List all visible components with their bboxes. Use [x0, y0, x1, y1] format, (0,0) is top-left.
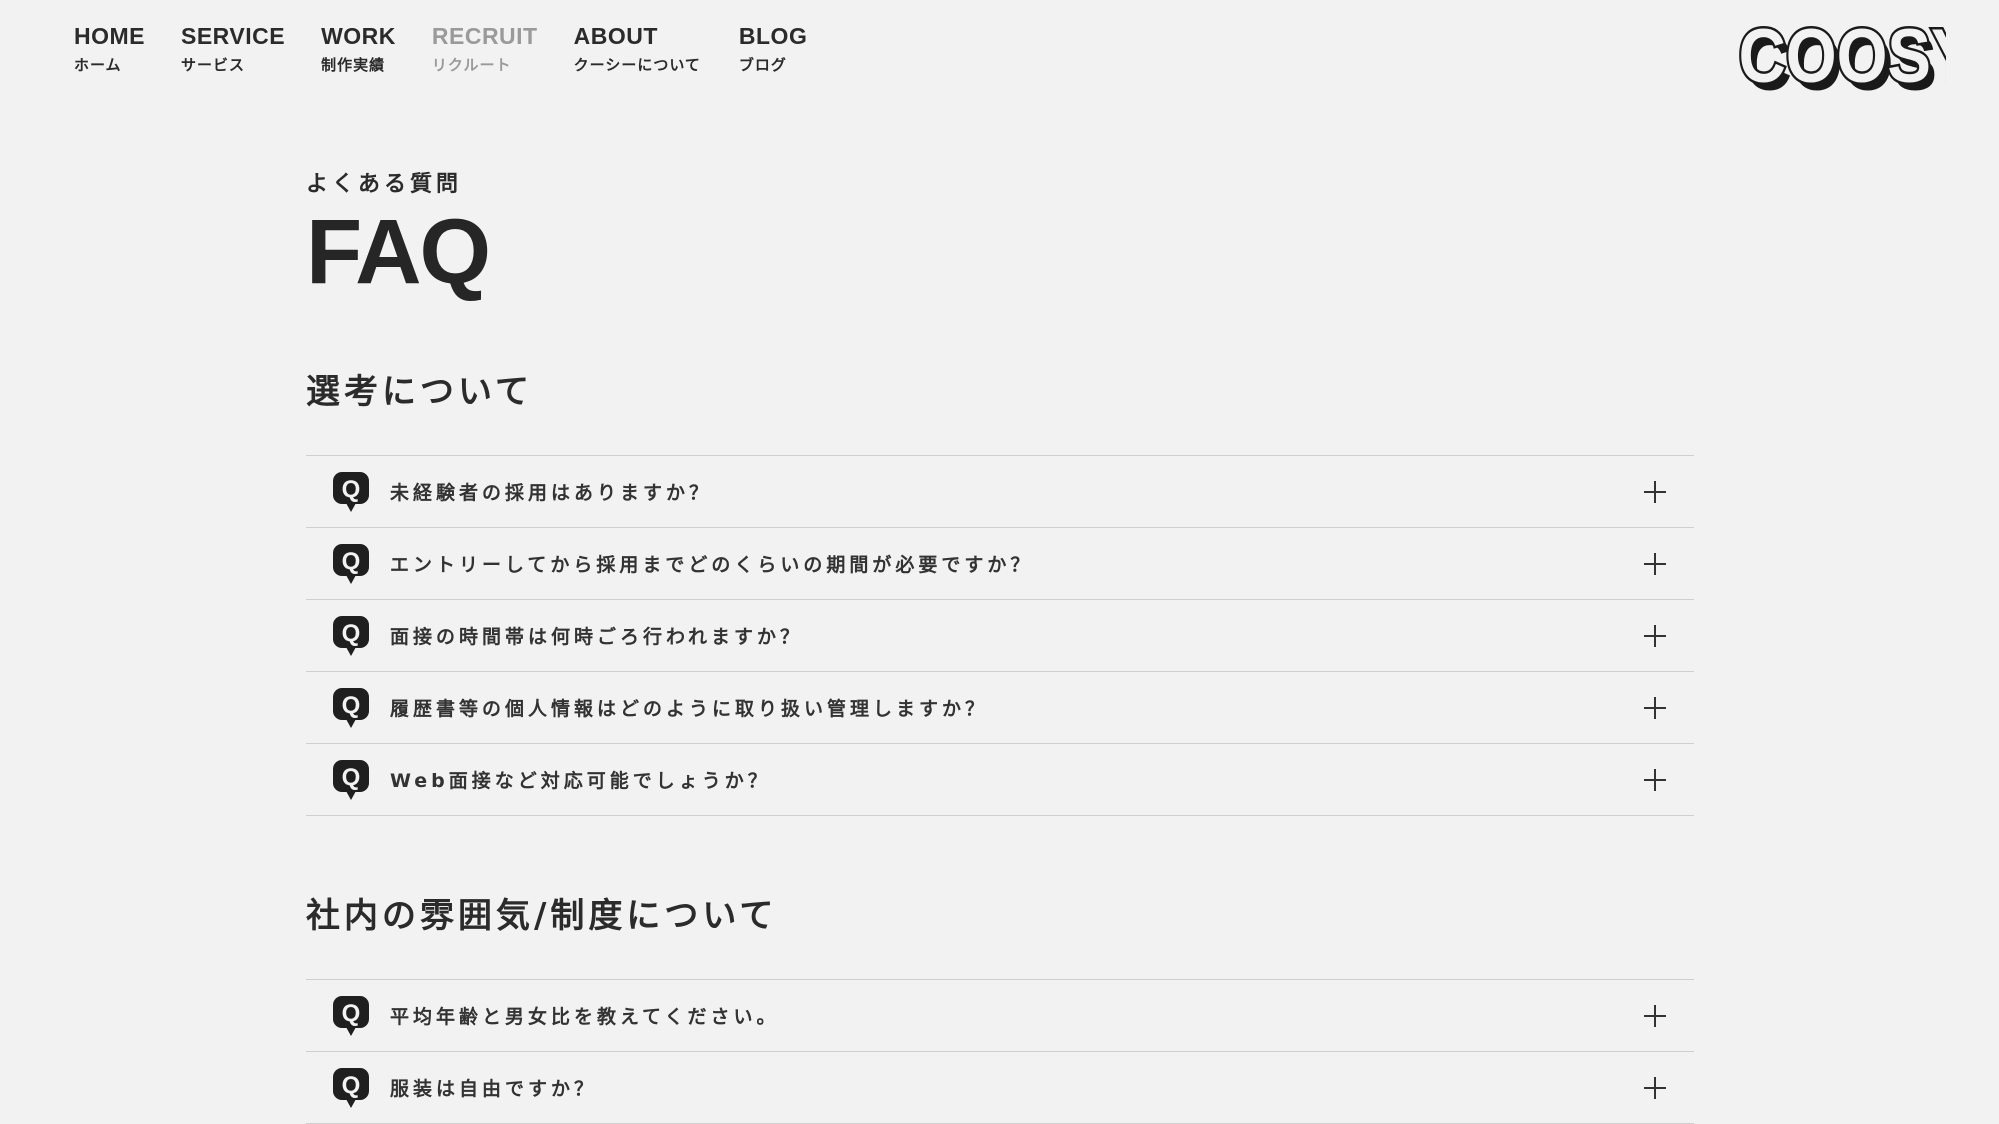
faq-item[interactable]: Q 履歴書等の個人情報はどのように取り扱い管理しますか？	[306, 672, 1694, 744]
svg-text:Q: Q	[342, 764, 361, 791]
nav-label-en: RECRUIT	[431, 23, 538, 49]
faq-item[interactable]: Q 平均年齢と男女比を教えてください。	[306, 980, 1694, 1052]
faq-item[interactable]: Q 服装は自由ですか？	[306, 1052, 1694, 1124]
section-title-culture: 社内の雰囲気/制度について	[306, 896, 778, 936]
q-bubble-icon: Q	[333, 543, 369, 584]
q-bubble-icon: Q	[333, 995, 369, 1036]
faq-question: 平均年齢と男女比を教えてください。	[390, 1006, 780, 1028]
nav-item-service[interactable]: SERVICE サービス	[181, 22, 285, 75]
plus-icon[interactable]	[1644, 696, 1666, 719]
nav-item-about[interactable]: ABOUT クーシーについて	[574, 22, 701, 75]
nav-label-ja: ホーム	[74, 56, 122, 74]
faq-question: 服装は自由ですか？	[390, 1078, 598, 1100]
plus-icon[interactable]	[1644, 552, 1666, 575]
svg-text:Q: Q	[342, 620, 361, 647]
faq-item[interactable]: Q エントリーしてから採用までどのくらいの期間が必要ですか？	[306, 528, 1694, 600]
faq-question: Web面接など対応可能でしょうか？	[390, 770, 771, 792]
faq-item[interactable]: Q 未経験者の採用はありますか？	[306, 456, 1694, 528]
faq-item[interactable]: Q 面接の時間帯は何時ごろ行われますか？	[306, 600, 1694, 672]
faq-list-selection: Q 未経験者の採用はありますか？ Q エントリーしてから採用までどのくらいの期間…	[306, 455, 1694, 816]
faq-item[interactable]: Q Web面接など対応可能でしょうか？	[306, 744, 1694, 816]
q-bubble-icon: Q	[333, 759, 369, 800]
nav-label-en: WORK	[321, 23, 396, 49]
nav-label-ja: サービス	[181, 56, 246, 74]
svg-text:Q: Q	[342, 1072, 361, 1099]
coosy-logo-icon: COOSY COOSY	[1736, 12, 1980, 107]
svg-text:Q: Q	[342, 1000, 361, 1027]
section-title-selection: 選考について	[306, 372, 533, 412]
nav-label-en: SERVICE	[181, 23, 286, 49]
nav-label-ja: クーシーについて	[573, 56, 701, 74]
plus-icon[interactable]	[1644, 480, 1666, 503]
svg-text:Q: Q	[342, 476, 361, 503]
q-bubble-icon: Q	[333, 687, 369, 728]
nav-label-ja: リクルート	[431, 56, 512, 74]
logo-wordmark: COOSY	[1739, 16, 1946, 98]
svg-text:Q: Q	[342, 548, 361, 575]
q-bubble-icon: Q	[333, 471, 369, 512]
faq-question: 未経験者の採用はありますか？	[390, 482, 713, 504]
plus-icon[interactable]	[1644, 1004, 1666, 1027]
svg-text:Q: Q	[342, 692, 361, 719]
nav-label-ja: ブログ	[738, 56, 787, 74]
site-logo[interactable]: COOSY COOSY	[1736, 12, 1980, 107]
nav-label-en: HOME	[74, 23, 145, 49]
page-title: FAQ	[306, 201, 491, 303]
q-bubble-icon: Q	[333, 615, 369, 656]
faq-question: エントリーしてから採用までどのくらいの期間が必要ですか？	[390, 554, 1034, 576]
nav-label-en: ABOUT	[573, 23, 658, 49]
nav-label-en: BLOG	[738, 23, 808, 49]
nav-item-recruit[interactable]: RECRUIT リクルート	[432, 22, 538, 75]
page-heading: よくある質問 FAQ	[306, 166, 1694, 302]
global-nav: HOME ホーム SERVICE サービス WORK 制作実績 RECRUIT …	[74, 22, 843, 75]
faq-question: 履歴書等の個人情報はどのように取り扱い管理しますか？	[390, 698, 989, 720]
plus-icon[interactable]	[1644, 624, 1666, 647]
q-bubble-icon: Q	[333, 1067, 369, 1108]
faq-list-culture: Q 平均年齢と男女比を教えてください。 Q 服装は自由ですか？	[306, 979, 1694, 1124]
plus-icon[interactable]	[1644, 1076, 1666, 1099]
page-eyebrow: よくある質問	[306, 172, 463, 197]
faq-question: 面接の時間帯は何時ごろ行われますか？	[390, 626, 804, 648]
nav-label-ja: 制作実績	[321, 56, 386, 74]
nav-item-blog[interactable]: BLOG ブログ	[739, 22, 807, 75]
plus-icon[interactable]	[1644, 768, 1666, 791]
nav-item-home[interactable]: HOME ホーム	[74, 22, 145, 75]
nav-item-work[interactable]: WORK 制作実績	[321, 22, 396, 75]
